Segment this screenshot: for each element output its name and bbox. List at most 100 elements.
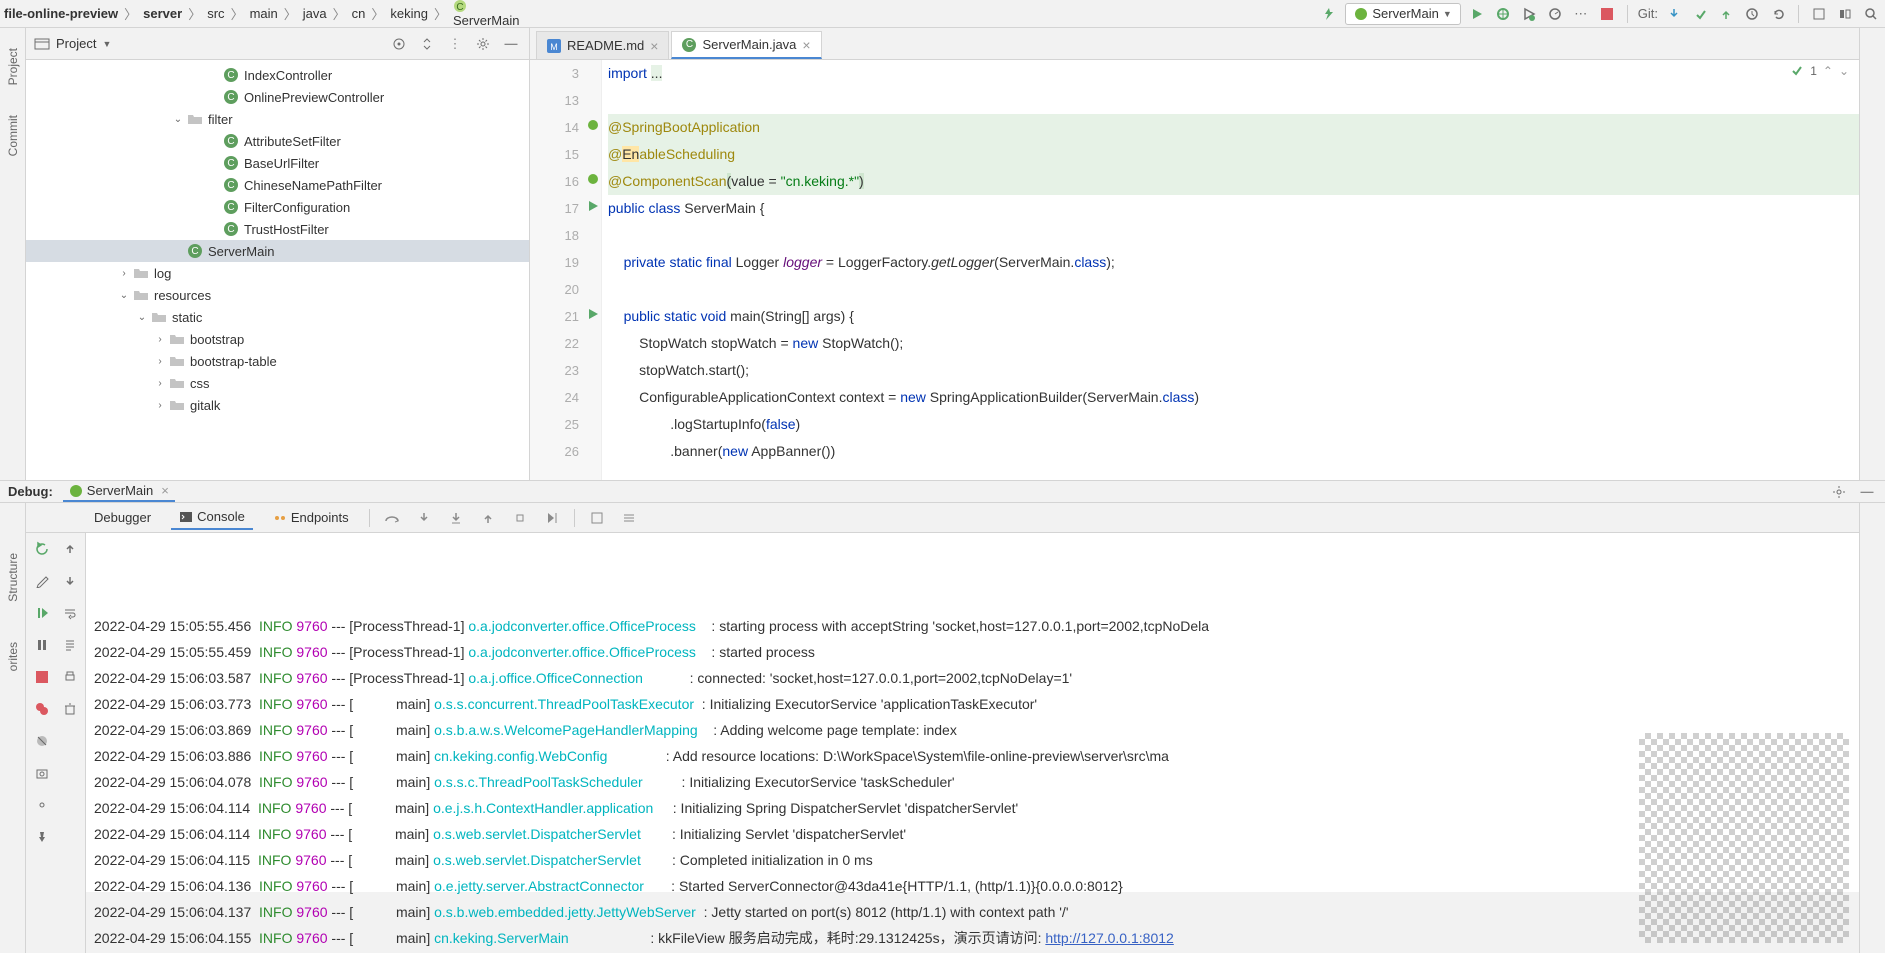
profile-button[interactable] (1545, 4, 1565, 24)
breakpoints-icon[interactable] (32, 699, 52, 719)
minimize-icon[interactable]: — (501, 34, 521, 54)
spring-icon (69, 484, 83, 498)
console-output[interactable]: 2022-04-29 15:05:55.456 INFO 9760 --- [P… (86, 533, 1859, 953)
settings-icon[interactable] (32, 795, 52, 815)
breadcrumb-segment[interactable]: file-online-preview (4, 6, 118, 21)
run-config-label: ServerMain (1372, 6, 1438, 21)
camera-icon[interactable] (32, 763, 52, 783)
structure-tool-tab[interactable]: Structure (6, 553, 20, 602)
tree-item-attributesetfilter[interactable]: CAttributeSetFilter (26, 130, 529, 152)
tree-item-static[interactable]: ⌄static (26, 306, 529, 328)
console-tab[interactable]: Console (171, 505, 253, 530)
clear-icon[interactable] (60, 699, 80, 719)
tree-item-onlinepreviewcontroller[interactable]: COnlinePreviewController (26, 86, 529, 108)
tree-item-trusthostfilter[interactable]: CTrustHostFilter (26, 218, 529, 240)
tree-item-filterconfiguration[interactable]: CFilterConfiguration (26, 196, 529, 218)
warning-count: 1 (1810, 64, 1817, 78)
breadcrumb-segment[interactable]: C ServerMain (453, 0, 519, 28)
editor-tab[interactable]: MREADME.md× (536, 31, 669, 59)
editor-inspection-widget[interactable]: 1 ⌃⌄ (1790, 64, 1849, 78)
chevron-down-icon: ▼ (1443, 9, 1452, 19)
log-line: 2022-04-29 15:06:03.773 INFO 9760 --- [ … (94, 691, 1851, 717)
resume-icon[interactable] (32, 603, 52, 623)
gear-icon[interactable] (1829, 482, 1849, 502)
breadcrumb-segment[interactable]: java (303, 6, 327, 21)
tree-item-indexcontroller[interactable]: CIndexController (26, 64, 529, 86)
breadcrumb-segment[interactable]: keking (390, 6, 428, 21)
close-icon[interactable]: × (802, 37, 810, 53)
project-tool-tab[interactable]: Project (6, 48, 20, 85)
search-icon[interactable] (1861, 4, 1881, 24)
debug-panel: Debug: ServerMain × — Structure orites D… (0, 480, 1885, 892)
rerun-icon[interactable] (32, 539, 52, 559)
log-line: 2022-04-29 15:06:04.137 INFO 9760 --- [ … (94, 899, 1851, 925)
git-push-icon[interactable] (1716, 4, 1736, 24)
build-icon[interactable] (1319, 4, 1339, 24)
collapse-icon[interactable]: ⋮ (445, 34, 465, 54)
tree-item-resources[interactable]: ⌄resources (26, 284, 529, 306)
editor-tab[interactable]: CServerMain.java× (671, 31, 821, 59)
step-into-icon[interactable] (414, 508, 434, 528)
trace-icon[interactable] (619, 508, 639, 528)
pin-icon[interactable] (32, 827, 52, 847)
breadcrumb-segment[interactable]: cn (352, 6, 366, 21)
pause-icon[interactable] (32, 635, 52, 655)
breadcrumb-segment[interactable]: main (250, 6, 278, 21)
modify-run-icon[interactable] (32, 571, 52, 591)
step-out-icon[interactable] (478, 508, 498, 528)
debugger-tab[interactable]: Debugger (86, 506, 159, 529)
ide-icon-2[interactable] (1835, 4, 1855, 24)
log-line: 2022-04-29 15:06:03.886 INFO 9760 --- [ … (94, 743, 1851, 769)
tree-item-css[interactable]: ›css (26, 372, 529, 394)
run-config-selector[interactable]: ServerMain ▼ (1345, 3, 1460, 25)
editor-gutter[interactable]: 31314151617181920212223242526 (530, 60, 602, 480)
tree-item-baseurlfilter[interactable]: CBaseUrlFilter (26, 152, 529, 174)
ide-icon-1[interactable] (1809, 4, 1829, 24)
git-commit-icon[interactable] (1690, 4, 1710, 24)
print-icon[interactable] (60, 667, 80, 687)
git-history-icon[interactable] (1742, 4, 1762, 24)
run-to-cursor-icon[interactable] (542, 508, 562, 528)
close-icon[interactable]: × (650, 38, 658, 54)
evaluate-icon[interactable] (587, 508, 607, 528)
scroll-end-icon[interactable] (60, 635, 80, 655)
force-step-into-icon[interactable] (446, 508, 466, 528)
chevron-down-icon[interactable]: ▼ (102, 39, 111, 49)
attach-button[interactable]: ⋯ (1571, 4, 1591, 24)
stop-debug-icon[interactable] (32, 667, 52, 687)
git-update-icon[interactable] (1664, 4, 1684, 24)
locate-icon[interactable] (389, 34, 409, 54)
project-tree[interactable]: CIndexControllerCOnlinePreviewController… (26, 60, 529, 480)
down-icon[interactable] (60, 571, 80, 591)
tree-item-filter[interactable]: ⌄filter (26, 108, 529, 130)
log-link[interactable]: http://127.0.0.1:8012 (1045, 930, 1173, 946)
expand-all-icon[interactable] (417, 34, 437, 54)
gear-icon[interactable] (473, 34, 493, 54)
commit-tool-tab[interactable]: Commit (6, 115, 20, 156)
git-rollback-icon[interactable] (1768, 4, 1788, 24)
drop-frame-icon[interactable] (510, 508, 530, 528)
left-tool-window-bar: Project Commit (0, 28, 26, 480)
tree-item-log[interactable]: ›log (26, 262, 529, 284)
soft-wrap-icon[interactable] (60, 603, 80, 623)
up-icon[interactable] (60, 539, 80, 559)
step-over-icon[interactable] (382, 508, 402, 528)
minimize-icon[interactable]: — (1857, 482, 1877, 502)
code-editor[interactable]: import ...@SpringBootApplication@EnableS… (602, 60, 1859, 480)
tree-item-servermain[interactable]: CServerMain (26, 240, 529, 262)
debug-button[interactable] (1493, 4, 1513, 24)
tree-item-bootstrap[interactable]: ›bootstrap (26, 328, 529, 350)
coverage-button[interactable] (1519, 4, 1539, 24)
breadcrumb-segment[interactable]: src (207, 6, 224, 21)
debug-session-tab[interactable]: ServerMain × (63, 481, 175, 502)
tree-item-chinesenamepathfilter[interactable]: CChineseNamePathFilter (26, 174, 529, 196)
tree-item-gitalk[interactable]: ›gitalk (26, 394, 529, 416)
favorites-tool-tab[interactable]: orites (6, 642, 20, 671)
run-button[interactable] (1467, 4, 1487, 24)
endpoints-tab[interactable]: Endpoints (265, 506, 357, 529)
breadcrumb-segment[interactable]: server (143, 6, 182, 21)
tree-item-bootstrap-table[interactable]: ›bootstrap-table (26, 350, 529, 372)
stop-button[interactable] (1597, 4, 1617, 24)
breadcrumb[interactable]: file-online-preview〉server〉src〉main〉java… (4, 0, 519, 28)
mute-breakpoints-icon[interactable] (32, 731, 52, 751)
